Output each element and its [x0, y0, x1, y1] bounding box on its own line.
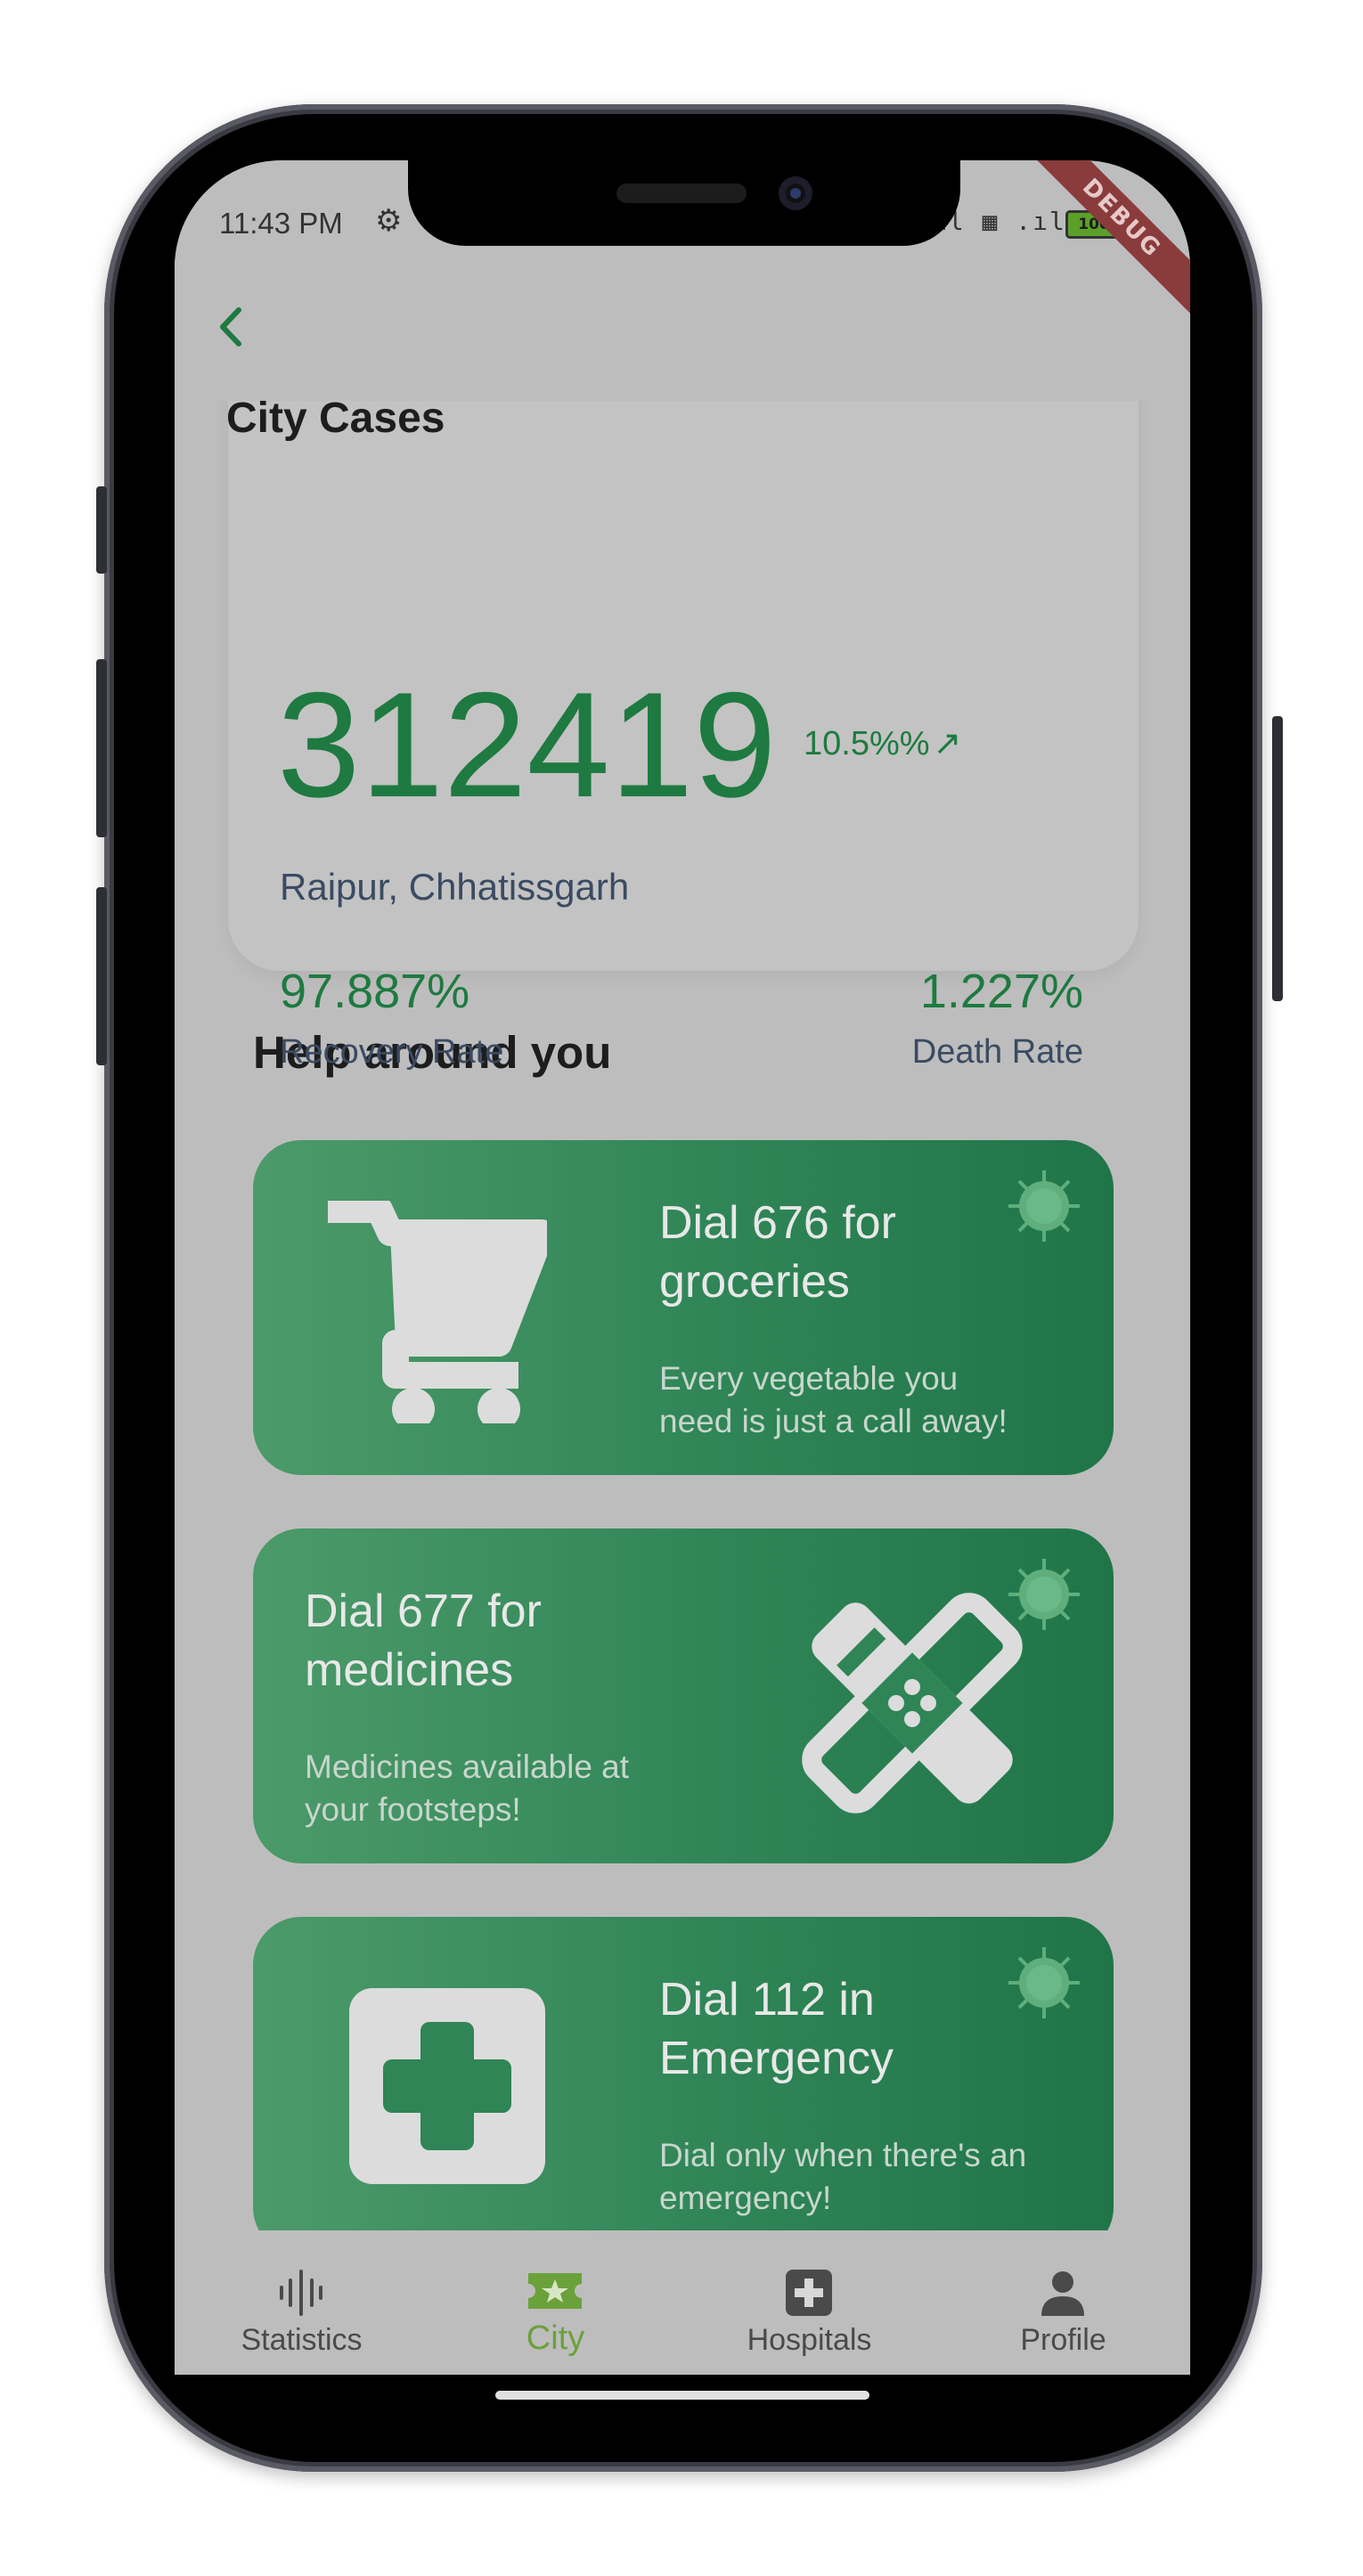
- nav-item-city[interactable]: City: [428, 2230, 682, 2375]
- help-card-title: Dial 676 for groceries: [659, 1194, 896, 1311]
- help-card-subtitle-line: Every vegetable you: [659, 1360, 959, 1397]
- recovery-rate-value: 97.887%: [280, 965, 470, 1018]
- help-card-title-line: Dial 676 for: [659, 1197, 896, 1249]
- city-cases-count: 312419: [277, 661, 777, 828]
- recovery-rate-label: Recovery Rate: [280, 1033, 504, 1071]
- city-star-icon: [528, 2273, 582, 2309]
- help-card-subtitle: Every vegetable you need is just a call …: [659, 1357, 1008, 1443]
- help-card-title-line: medicines: [305, 1644, 514, 1696]
- death-rate-label: Death Rate: [911, 1033, 1083, 1071]
- growth-indicator: 10.5%% ↗: [804, 723, 961, 763]
- help-card-subtitle-line: Dial only when there's an: [659, 2137, 1027, 2173]
- help-card-subtitle: Medicines available at your footsteps!: [305, 1746, 629, 1831]
- notch: [408, 160, 960, 246]
- city-cases-title: City Cases: [226, 395, 445, 442]
- power-button: [1272, 716, 1283, 1001]
- trend-up-icon: ↗: [933, 725, 962, 762]
- bandage-icon: [802, 1593, 1023, 1814]
- medical-cross-icon: [349, 1988, 545, 2184]
- bottom-navigation: Statistics City Hospitals Profile: [175, 2230, 1190, 2375]
- back-arrow-icon[interactable]: [208, 303, 257, 351]
- help-card-subtitle-line: need is just a call away!: [659, 1403, 1008, 1439]
- nav-label: Hospitals: [747, 2323, 872, 2357]
- nav-label: Statistics: [241, 2323, 363, 2357]
- home-indicator[interactable]: [495, 2391, 869, 2400]
- help-card-title-line: Emergency: [659, 2033, 894, 2084]
- help-card-subtitle-line: emergency!: [659, 2180, 832, 2216]
- mute-switch: [96, 486, 107, 574]
- help-card-title: Dial 112 in Emergency: [659, 1970, 894, 2088]
- status-time: 11:43 PM: [219, 207, 343, 240]
- virus-icon: [1008, 1170, 1080, 1242]
- help-card-groceries[interactable]: Dial 676 for groceries Every vegetable y…: [253, 1140, 1114, 1475]
- settings-gear-icon: ⚙: [375, 203, 403, 239]
- volume-up-button: [96, 659, 107, 837]
- app-header: [175, 258, 1190, 401]
- nav-label: Profile: [1020, 2323, 1106, 2357]
- help-card-title-line: Dial 112 in: [659, 1974, 875, 2026]
- help-card-subtitle-line: your footsteps!: [305, 1791, 521, 1828]
- shopping-cart-icon: [328, 1201, 547, 1423]
- screen: 11:43 PM ⚙ ıl ▦ .ıll 100 DEBUG 312419 10…: [175, 160, 1190, 2375]
- hospital-icon: [786, 2270, 832, 2316]
- help-card-title-line: groceries: [659, 1256, 850, 1308]
- nav-item-profile[interactable]: Profile: [936, 2230, 1190, 2375]
- front-camera: [779, 176, 812, 210]
- help-card-medicines[interactable]: Dial 677 for medicines Medicines availab…: [253, 1528, 1114, 1863]
- waveform-icon: [280, 2270, 322, 2316]
- nav-item-statistics[interactable]: Statistics: [175, 2230, 428, 2375]
- person-icon: [1041, 2271, 1084, 2316]
- help-card-title: Dial 677 for medicines: [305, 1582, 542, 1700]
- help-card-subtitle-line: Medicines available at: [305, 1749, 630, 1785]
- virus-icon: [1008, 1947, 1080, 2018]
- growth-value: 10.5%%: [804, 725, 930, 762]
- help-card-title-line: Dial 677 for: [305, 1586, 542, 1637]
- location-label: Raipur, Chhatissgarh: [280, 866, 630, 908]
- help-card-subtitle: Dial only when there's an emergency!: [659, 2134, 1026, 2220]
- death-rate-value: 1.227%: [919, 965, 1083, 1018]
- nav-label: City: [526, 2319, 585, 2357]
- volume-down-button: [96, 887, 107, 1065]
- speaker: [616, 183, 747, 203]
- help-card-emergency[interactable]: Dial 112 in Emergency Dial only when the…: [253, 1917, 1114, 2255]
- nav-item-hospitals[interactable]: Hospitals: [682, 2230, 936, 2375]
